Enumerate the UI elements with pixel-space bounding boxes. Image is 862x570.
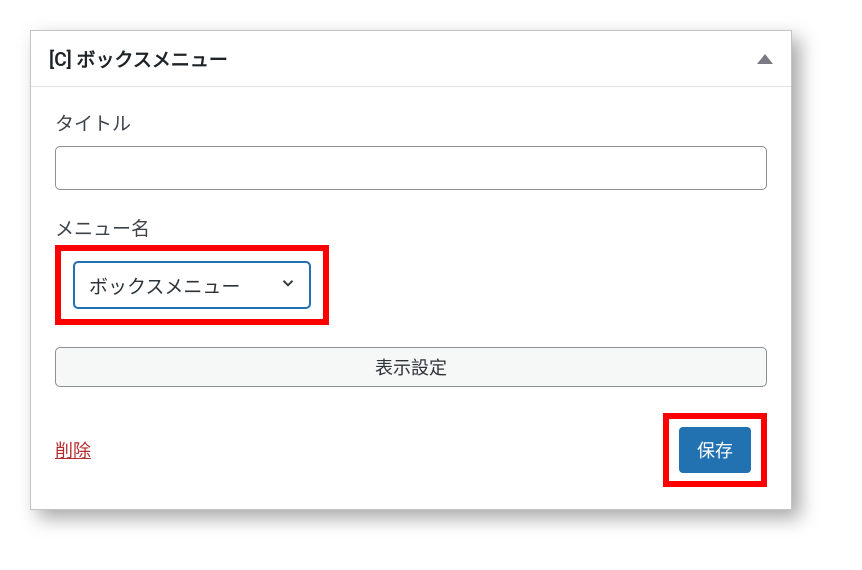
display-settings-button[interactable]: 表示設定: [55, 347, 767, 387]
widget-header[interactable]: [C] ボックスメニュー: [31, 31, 791, 87]
widget-body: タイトル メニュー名 ボックスメニュー 表示設定 削除 保存: [31, 87, 791, 509]
menu-name-select[interactable]: ボックスメニュー: [73, 261, 311, 309]
collapse-up-icon: [757, 54, 773, 64]
delete-link[interactable]: 削除: [55, 437, 91, 463]
title-input[interactable]: [55, 146, 767, 190]
title-field-group: タイトル: [55, 109, 767, 190]
menu-select-wrap: ボックスメニュー: [73, 261, 311, 309]
widget-footer: 削除 保存: [55, 413, 767, 487]
highlight-save: 保存: [663, 413, 767, 487]
menu-selected-value: ボックスメニュー: [89, 272, 240, 299]
highlight-menu-select: ボックスメニュー: [55, 245, 329, 325]
menu-name-label: メニュー名: [55, 214, 767, 241]
menu-name-field-group: メニュー名: [55, 214, 767, 241]
widget-panel: [C] ボックスメニュー タイトル メニュー名 ボックスメニュー 表示設定 削除: [30, 30, 792, 510]
title-label: タイトル: [55, 109, 767, 136]
widget-title: [C] ボックスメニュー: [49, 45, 228, 72]
save-button[interactable]: 保存: [679, 427, 751, 473]
